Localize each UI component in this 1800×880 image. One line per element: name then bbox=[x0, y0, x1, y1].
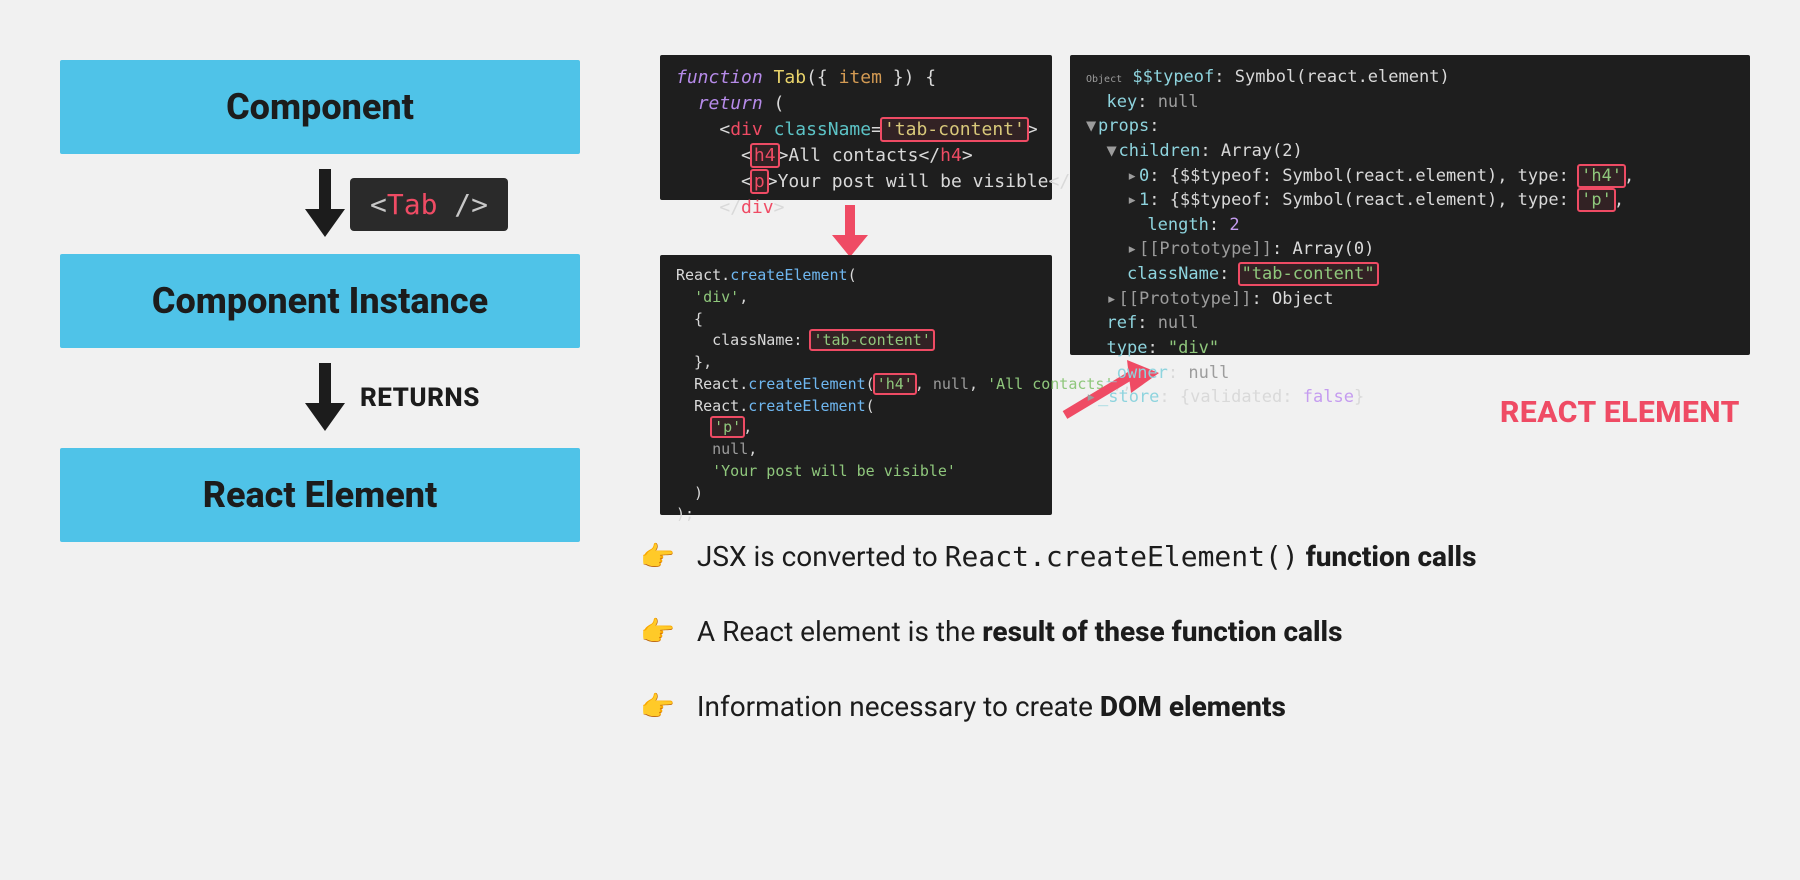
code-jsx: function Tab({ item }) { return ( <div c… bbox=[660, 55, 1052, 200]
box-instance-label: Component Instance bbox=[152, 280, 488, 322]
highlight-p-1: p bbox=[752, 171, 767, 192]
arrow-pink-down-icon bbox=[830, 205, 870, 260]
highlight-tab-content-1: 'tab-content' bbox=[882, 119, 1027, 140]
highlight-tab-content-2: 'tab-content' bbox=[811, 331, 932, 349]
code-create-element: React.createElement( 'div', { className:… bbox=[660, 255, 1052, 515]
highlight-h4-2: 'h4' bbox=[875, 375, 915, 393]
returns-label: RETURNS bbox=[360, 383, 480, 413]
left-column: Component <Tab /> Component Instance RET… bbox=[60, 60, 590, 542]
tab-lt: < bbox=[370, 188, 387, 221]
tab-chip: <Tab /> bbox=[350, 178, 508, 231]
arrow-down-icon bbox=[305, 363, 345, 433]
highlight-h4-1: h4 bbox=[752, 145, 778, 166]
react-element-label: REACT ELEMENT bbox=[1500, 395, 1740, 430]
arrow-jsx-to-create bbox=[830, 205, 870, 260]
box-component: Component bbox=[60, 60, 580, 154]
pointing-hand-icon: 👉 bbox=[640, 615, 675, 648]
arrow-down-icon bbox=[305, 169, 345, 239]
bullet-3: 👉 Information necessary to create DOM el… bbox=[640, 690, 1740, 723]
bullets: 👉 JSX is converted to React.createElemen… bbox=[640, 540, 1740, 765]
bullet-2: 👉 A React element is the result of these… bbox=[640, 615, 1740, 648]
box-element-label: React Element bbox=[203, 474, 438, 516]
tab-close: /> bbox=[437, 188, 488, 221]
box-instance: Component Instance bbox=[60, 254, 580, 348]
box-element: React Element bbox=[60, 448, 580, 542]
highlight-p-3: 'p' bbox=[1579, 190, 1614, 210]
pointing-hand-icon: 👉 bbox=[640, 690, 675, 723]
highlight-h4-3: 'h4' bbox=[1579, 166, 1624, 186]
highlight-tab-content-3: "tab-content" bbox=[1240, 264, 1377, 284]
tab-name: Tab bbox=[387, 188, 438, 221]
bullet-1: 👉 JSX is converted to React.createElemen… bbox=[640, 540, 1740, 573]
code-inspector: Object $$typeof: Symbol(react.element) k… bbox=[1070, 55, 1750, 355]
arrow-1-wrap: <Tab /> bbox=[60, 154, 590, 254]
box-component-label: Component bbox=[226, 86, 414, 128]
arrow-2-wrap: RETURNS bbox=[60, 348, 590, 448]
pointing-hand-icon: 👉 bbox=[640, 540, 675, 573]
highlight-p-2: 'p' bbox=[712, 418, 743, 436]
